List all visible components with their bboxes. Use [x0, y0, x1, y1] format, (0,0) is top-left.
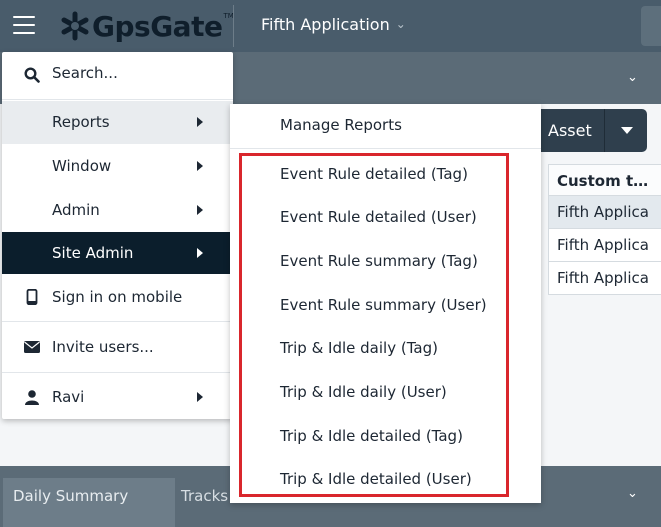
menu-item-label: Invite users... [52, 338, 154, 356]
submenu-arrow-icon [197, 392, 203, 402]
tab-tracks[interactable]: Tracks [181, 478, 228, 527]
tab-daily-summary[interactable]: Daily Summary [3, 478, 175, 527]
chevron-down-icon: ⌄ [395, 17, 406, 31]
submenu-item-label: Event Rule summary (Tag) [280, 252, 478, 270]
asset-dropdown-toggle[interactable] [604, 109, 648, 152]
menu-divider [2, 372, 233, 373]
submenu-item-event-rule-detailed-user[interactable]: Event Rule detailed (User) [230, 198, 541, 238]
caret-down-icon [620, 126, 633, 134]
menu-item-label: Reports [52, 113, 110, 131]
menu-item-reports[interactable]: Reports [2, 101, 233, 144]
asset-button[interactable]: Asset [536, 109, 647, 152]
grid-divider [548, 164, 549, 295]
reports-submenu: Manage Reports Event Rule detailed (Tag)… [230, 104, 541, 503]
menu-item-sign-in-mobile[interactable]: Sign in on mobile [2, 274, 233, 320]
submenu-arrow-icon [197, 205, 203, 215]
search-icon [24, 67, 40, 83]
header-divider [233, 5, 234, 47]
bottom-collapse-chevron-icon[interactable]: ⌄ [627, 486, 638, 501]
submenu-arrow-icon [197, 117, 203, 127]
table-row[interactable]: Fifth Applica [548, 229, 661, 262]
submenu-item-event-rule-detailed-tag[interactable]: Event Rule detailed (Tag) [230, 155, 541, 195]
submenu-item-trip-idle-daily-user[interactable]: Trip & Idle daily (User) [230, 373, 541, 413]
menu-item-label: Search... [52, 64, 118, 82]
submenu-item-trip-idle-detailed-tag[interactable]: Trip & Idle detailed (Tag) [230, 417, 541, 457]
submenu-item-label: Event Rule detailed (Tag) [280, 165, 468, 183]
submenu-item-label: Trip & Idle detailed (Tag) [280, 427, 463, 445]
submenu-item-trip-idle-detailed-user[interactable]: Trip & Idle detailed (User) [230, 460, 541, 500]
top-bar: GpsGate TM Fifth Application ⌄ [0, 0, 661, 52]
logo-mark-icon [61, 11, 89, 41]
logo-text: GpsGate [92, 9, 223, 43]
submenu-item-trip-idle-daily-tag[interactable]: Trip & Idle daily (Tag) [230, 329, 541, 369]
menu-item-search[interactable]: Search... [2, 52, 233, 98]
menu-item-label: Window [52, 157, 112, 175]
table-row[interactable]: Fifth Applica [548, 262, 661, 295]
menu-item-invite-users[interactable]: Invite users... [2, 323, 233, 371]
asset-button-label: Asset [548, 121, 592, 140]
submenu-arrow-icon [197, 248, 203, 258]
submenu-item-manage-reports[interactable]: Manage Reports [230, 106, 541, 146]
submenu-item-event-rule-summary-user[interactable]: Event Rule summary (User) [230, 286, 541, 326]
submenu-item-label: Trip & Idle detailed (User) [280, 470, 472, 488]
menu-item-label: Sign in on mobile [52, 288, 183, 306]
menu-item-label: Ravi [52, 388, 85, 406]
submenu-item-label: Manage Reports [280, 116, 402, 134]
bottom-panel-right [540, 478, 658, 527]
submenu-item-label: Trip & Idle daily (User) [280, 383, 447, 401]
menu-item-site-admin[interactable]: Site Admin [2, 232, 233, 274]
menu-item-admin[interactable]: Admin [2, 188, 233, 232]
grid-column-header[interactable]: Custom t… [548, 164, 661, 196]
menu-item-label: Admin [52, 201, 100, 219]
envelope-icon [24, 339, 40, 355]
submenu-arrow-icon [197, 161, 203, 171]
submenu-item-label: Event Rule detailed (User) [280, 208, 477, 226]
collapse-chevron-icon[interactable]: ⌄ [627, 70, 638, 85]
menu-divider [2, 99, 233, 100]
hamburger-menu-icon[interactable] [13, 16, 35, 36]
application-name: Fifth Application [261, 15, 390, 34]
submenu-item-label: Trip & Idle daily (Tag) [280, 339, 438, 357]
menu-item-user-ravi[interactable]: Ravi [2, 374, 233, 419]
header-search-button[interactable] [641, 6, 661, 46]
mobile-phone-icon [24, 289, 40, 305]
menu-item-label: Site Admin [52, 244, 134, 262]
user-icon [24, 389, 40, 405]
submenu-divider [230, 148, 541, 149]
menu-item-window[interactable]: Window [2, 144, 233, 188]
submenu-item-event-rule-summary-tag[interactable]: Event Rule summary (Tag) [230, 242, 541, 282]
main-menu: Search... Reports Window Admin Site Admi… [2, 52, 233, 419]
application-selector[interactable]: Fifth Application ⌄ [261, 15, 406, 34]
submenu-item-label: Event Rule summary (User) [280, 296, 487, 314]
menu-divider [2, 321, 233, 322]
gpsgate-logo[interactable]: GpsGate TM [60, 9, 234, 43]
table-row[interactable]: Fifth Applica [548, 196, 661, 229]
